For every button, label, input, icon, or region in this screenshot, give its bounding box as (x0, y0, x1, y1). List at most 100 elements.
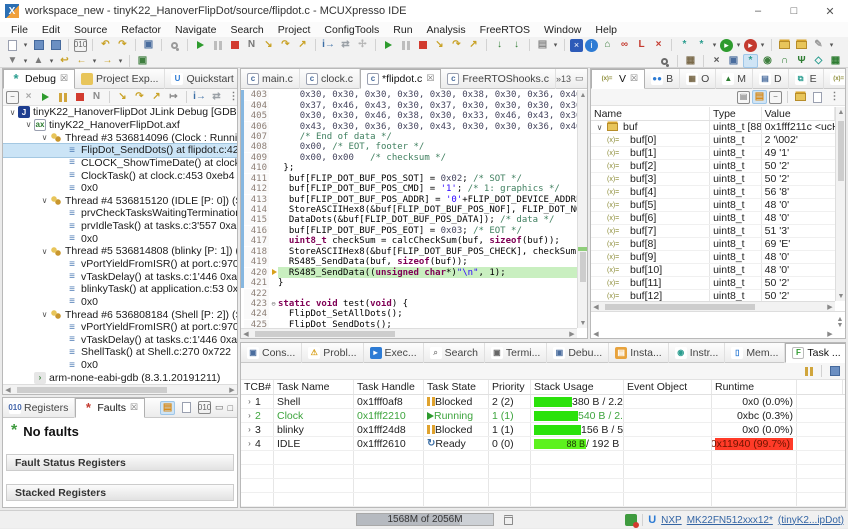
debug-suspend-icon[interactable] (398, 38, 413, 52)
fault-status-registers-section[interactable]: Fault Status Registers (6, 454, 234, 471)
task-column-tcb-[interactable]: TCB# (241, 380, 274, 394)
collapse-all-icon[interactable]: − (769, 91, 782, 104)
debug-tab-quickstart-p-[interactable]: UQuickstart P... (165, 69, 238, 89)
task-column-priority[interactable]: Priority (489, 380, 531, 394)
console-tab-search[interactable]: ⌕Search (424, 343, 485, 363)
restart-icon[interactable]: N (244, 38, 259, 52)
external-tools-icon[interactable]: ▸ (744, 39, 757, 52)
step-return-icon[interactable]: ↗ (149, 90, 164, 104)
forward-icon[interactable]: → (100, 54, 115, 68)
code-line[interactable]: 412 buf[FLIP_DOT_BUF_POS_CMD] = '1'; /* … (241, 184, 577, 194)
expander-icon[interactable]: › (244, 397, 255, 406)
debug-tree-item[interactable]: ≡ClockTask() at clock.c:453 0xeb4 (3, 169, 237, 182)
step-return-icon[interactable]: ↗ (295, 38, 310, 52)
resume-icon[interactable] (38, 90, 53, 104)
editor-horizontal-scrollbar[interactable]: ◀▶ (241, 328, 577, 338)
variables-vertical-scrollbar[interactable]: ▲▼ (835, 107, 845, 301)
perspective-swv-icon[interactable]: Ψ (794, 54, 809, 68)
code-line[interactable]: 421} (241, 278, 577, 288)
sdk-status-icon[interactable] (625, 514, 637, 526)
code-line[interactable]: 403 0x30, 0x30, 0x30, 0x30, 0x30, 0x38, … (241, 90, 577, 100)
instruction-stepping-icon[interactable]: i→ (321, 38, 336, 52)
search-dim-icon[interactable] (167, 38, 182, 52)
debug-tree-item[interactable]: ≡vPortYieldFromISR() at port.c:970 0xa12… (3, 321, 237, 334)
close-tab-icon[interactable]: ☒ (130, 402, 138, 413)
debug-config-icon[interactable]: * (677, 38, 692, 52)
terminate-all-icon[interactable]: × (570, 39, 583, 52)
collapse-all-icon[interactable]: − (6, 91, 19, 104)
terminate-icon[interactable] (227, 38, 242, 52)
new-ide-window-icon[interactable]: ▣ (135, 54, 150, 68)
save-icon[interactable] (827, 364, 842, 378)
annotate-caret[interactable]: ▾ (828, 38, 835, 52)
redo-icon[interactable]: ↷ (115, 38, 130, 52)
expander-icon[interactable]: › (244, 425, 255, 434)
terminate-icon[interactable] (72, 90, 87, 104)
link-icon[interactable]: ∞ (617, 38, 632, 52)
debug-tree-item[interactable]: ∨Thread #5 536814808 (blinky [P: 1]) (Su… (3, 245, 237, 258)
boot-icon[interactable]: L (634, 38, 649, 52)
debug-tree-item[interactable]: ≡0x0 (3, 182, 237, 195)
suspend-icon[interactable] (210, 38, 225, 52)
profile-icon[interactable]: ✢ (355, 38, 370, 52)
info-icon[interactable]: i (585, 39, 598, 52)
variable-row[interactable]: (x)=buf[10]uint8_t48 '0' (591, 264, 835, 277)
view-menu-icon[interactable]: ⋮ (827, 90, 842, 104)
debug-tree-item[interactable]: ∨Thread #6 536808184 (Shell [P: 2]) (Sus… (3, 308, 237, 321)
variables-column-name[interactable]: Name (591, 107, 710, 120)
variables-tab-d[interactable]: ▤D (753, 69, 789, 89)
menu-window[interactable]: Window (537, 24, 588, 36)
variable-row[interactable]: (x)=buf[3]uint8_t50 '2' (591, 173, 835, 186)
console-tab-termi-[interactable]: ▣Termi... (485, 343, 547, 363)
console-tab-insta-[interactable]: ▤Insta... (609, 343, 669, 363)
flash-program-icon[interactable]: ↓ (509, 38, 524, 52)
console-tab-debu-[interactable]: ▣Debu... (547, 343, 609, 363)
save-icon[interactable] (31, 38, 46, 52)
filter-icon[interactable]: ▤ (535, 38, 550, 52)
step-over-icon[interactable]: ↷ (278, 38, 293, 52)
prev-annotation-caret[interactable]: ▾ (48, 54, 55, 68)
variable-row[interactable]: (x)=buf[8]uint8_t69 'E' (591, 238, 835, 251)
task-column-task-state[interactable]: Task State (424, 380, 489, 394)
variable-row[interactable]: (x)=buf[5]uint8_t48 '0' (591, 199, 835, 212)
task-column-runtime[interactable]: Runtime (712, 380, 797, 394)
code-line[interactable]: 408 0x00, /* EOT, footer */ (241, 142, 577, 152)
debug-step-over-icon[interactable]: ↷ (449, 38, 464, 52)
code-line[interactable]: 418 StoreASCIIHex8(&buf[FLIP_DOT_BUF_POS… (241, 247, 577, 257)
run-config-caret[interactable]: ▾ (735, 38, 742, 52)
task-column-task-name[interactable]: Task Name (274, 380, 354, 394)
menu-help[interactable]: Help (588, 24, 624, 36)
open-console-icon[interactable]: ▣ (141, 38, 156, 52)
back-icon[interactable]: ← (74, 54, 89, 68)
expander-icon[interactable]: ∨ (7, 108, 18, 117)
variables-column-value[interactable]: Value (762, 107, 835, 120)
maximize-view-icon[interactable]: □ (228, 403, 233, 413)
debug-tree-item[interactable]: ∨Thread #4 536815120 (IDLE [P: 0]) (Susp… (3, 194, 237, 207)
step-over-icon[interactable]: ↷ (132, 90, 147, 104)
close-tab-icon[interactable]: ☒ (60, 73, 68, 84)
perspective-develop-icon[interactable]: ◉ (760, 54, 775, 68)
minimize-view-icon[interactable]: ▭ (215, 402, 224, 413)
detach-icon[interactable]: × (651, 38, 666, 52)
debug-tab-project-exp-[interactable]: Project Exp... (75, 69, 165, 89)
back-caret[interactable]: ▾ (91, 54, 98, 68)
resume-icon[interactable] (193, 38, 208, 52)
menu-search[interactable]: Search (223, 24, 270, 36)
code-line[interactable]: 407 /* End of data */ (241, 132, 577, 142)
task-column-stack-usage[interactable]: Stack Usage (531, 380, 624, 394)
next-annotation-caret[interactable]: ▾ (22, 54, 29, 68)
debug-tree-item[interactable]: ≡vTaskDelay() at tasks.c:1'446 0xa42c (3, 270, 237, 283)
console-tab-task-[interactable]: FTask ...☒ (785, 343, 846, 363)
variable-row[interactable]: (x)=buf[7]uint8_t51 '3' (591, 225, 835, 238)
variable-row[interactable]: (x)=buf[0]uint8_t2 '\002' (591, 134, 835, 147)
layout-icon[interactable]: ▤ (160, 401, 175, 415)
console-tab-cons-[interactable]: ▣Cons... (241, 343, 302, 363)
faults-tab-registers[interactable]: 010Registers (3, 398, 75, 418)
flash-download-icon[interactable]: ↓ (492, 38, 507, 52)
open-view-icon[interactable] (810, 90, 825, 104)
new-view-icon[interactable] (793, 90, 808, 104)
save-all-icon[interactable] (48, 38, 63, 52)
suspend-updates-icon[interactable] (801, 364, 816, 378)
variables-tab-e[interactable]: ⧉E (789, 69, 824, 89)
perspective-ide-icon[interactable]: ▣ (726, 54, 741, 68)
